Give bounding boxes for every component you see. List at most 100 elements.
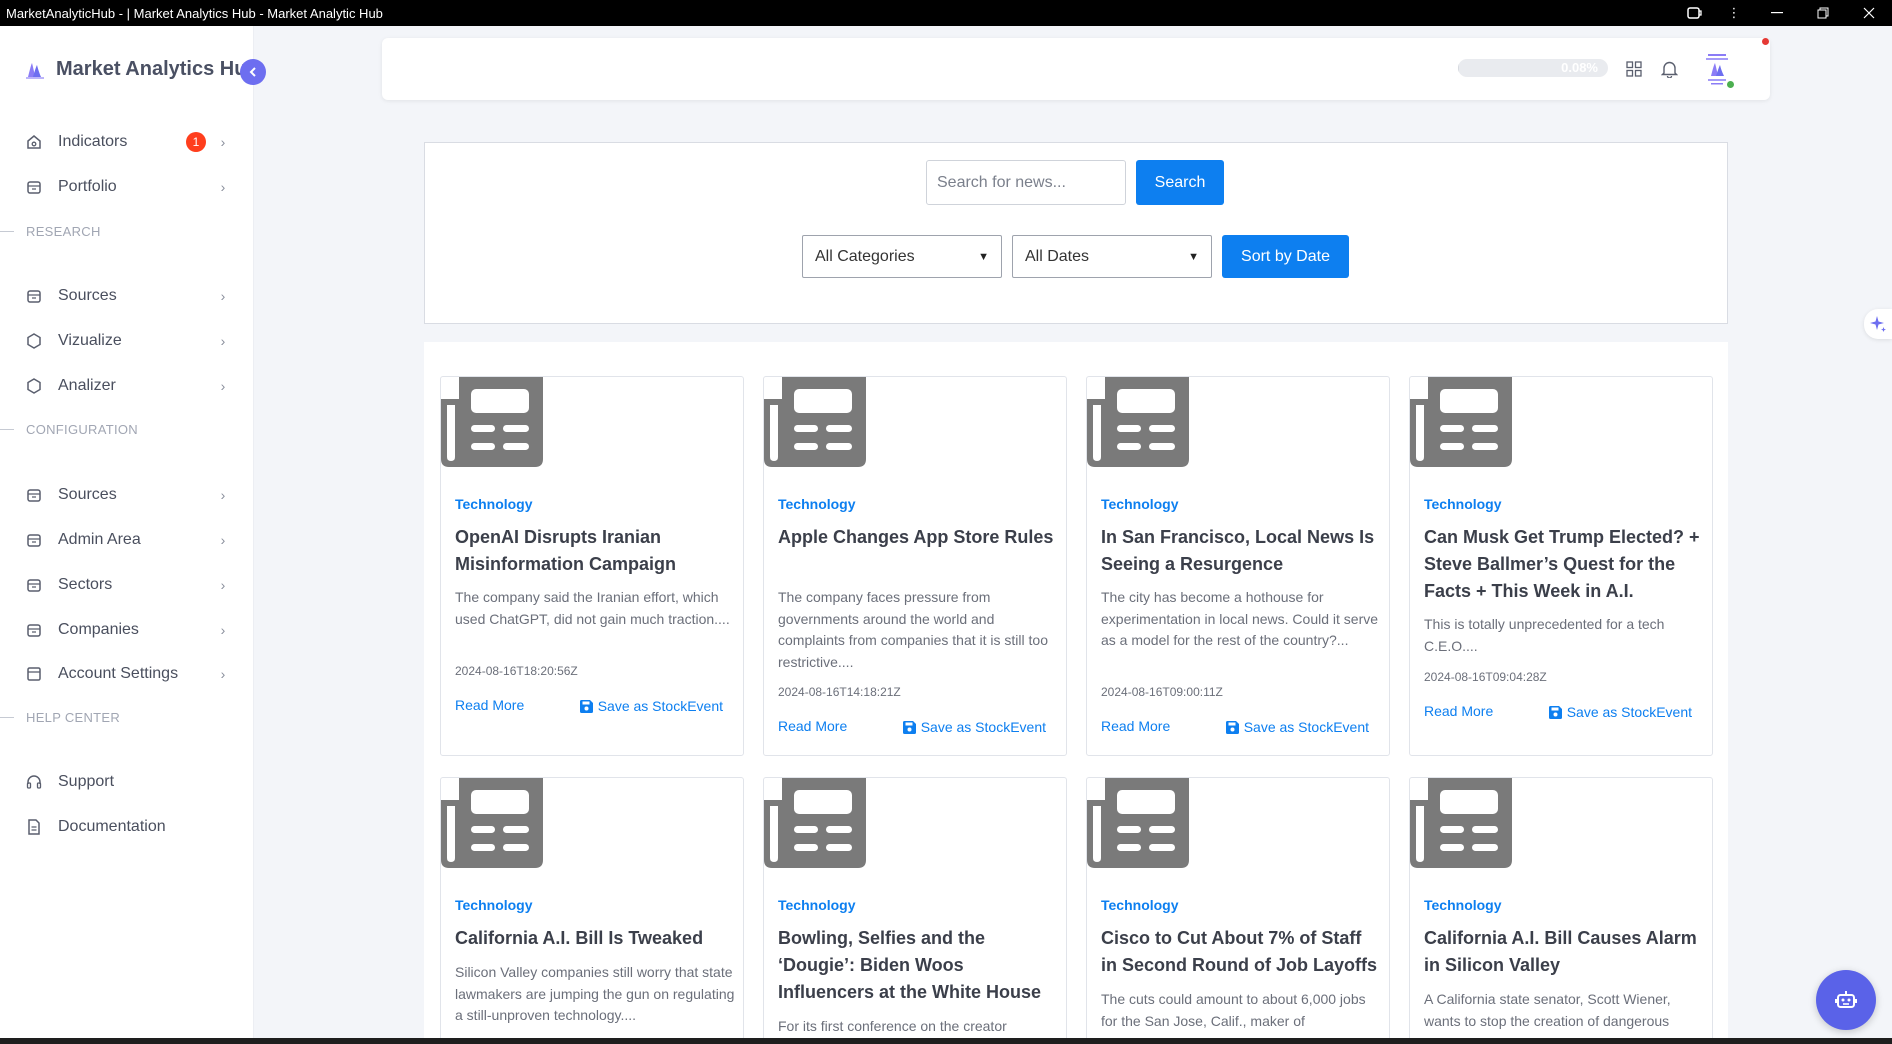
news-title: Can Musk Get Trump Elected? + Steve Ball… bbox=[1424, 527, 1700, 601]
extensions-icon[interactable] bbox=[1674, 0, 1714, 26]
sidebar-item-label: Portfolio bbox=[58, 178, 117, 195]
newspaper-icon bbox=[764, 377, 866, 467]
window-title: MarketAnalyticHub - | Market Analytics H… bbox=[6, 5, 383, 21]
box-icon bbox=[24, 620, 44, 640]
sidebar-item-research-sources[interactable]: Sources › bbox=[24, 281, 230, 311]
newspaper-icon bbox=[1087, 778, 1189, 868]
home-icon bbox=[24, 132, 44, 152]
save-as-stockevent-button[interactable]: Save as StockEvent bbox=[579, 698, 723, 714]
read-more-link[interactable]: Read More bbox=[1424, 703, 1493, 719]
sidebar-item-portfolio[interactable]: Portfolio › bbox=[24, 172, 230, 202]
sidebar-item-label: Sources bbox=[58, 486, 117, 503]
hexagon-icon bbox=[24, 331, 44, 351]
chevron-right-icon: › bbox=[220, 487, 226, 503]
notification-badge: 1 bbox=[186, 132, 206, 152]
online-status-dot bbox=[1726, 80, 1735, 89]
chevron-right-icon: › bbox=[220, 179, 226, 195]
sidebar-item-documentation[interactable]: Documentation bbox=[24, 812, 230, 842]
progress-text: 0.08% bbox=[1561, 60, 1598, 75]
sidebar-item-vizualize[interactable]: Vizualize › bbox=[24, 326, 230, 356]
news-date: 2024-08-16T14:18:21Z bbox=[778, 685, 901, 699]
news-description: A California state senator, Scott Wiener… bbox=[1424, 991, 1671, 1029]
box-icon bbox=[24, 575, 44, 595]
newspaper-icon bbox=[1410, 778, 1512, 868]
ai-sparkle-button[interactable] bbox=[1864, 309, 1892, 339]
bell-icon[interactable] bbox=[1657, 57, 1681, 81]
chevron-right-icon: › bbox=[220, 577, 226, 593]
sidebar-item-support[interactable]: Support bbox=[24, 767, 230, 797]
news-category[interactable]: Technology bbox=[1424, 496, 1502, 512]
sidebar-item-admin-area[interactable]: Admin Area › bbox=[24, 525, 230, 555]
date-select[interactable]: All Dates ▼ bbox=[1012, 235, 1212, 278]
news-description: Silicon Valley companies still worry tha… bbox=[455, 964, 735, 1023]
news-category[interactable]: Technology bbox=[1424, 897, 1502, 913]
brand[interactable]: Market Analytics Hub bbox=[24, 58, 244, 81]
close-window-icon[interactable] bbox=[1846, 0, 1892, 26]
sidebar-item-account-settings[interactable]: Account Settings › bbox=[24, 659, 230, 689]
category-select-value: All Categories bbox=[815, 247, 915, 265]
sidebar-item-label: Companies bbox=[58, 621, 139, 638]
news-card: Technology Can Musk Get Trump Elected? +… bbox=[1409, 376, 1713, 756]
category-select[interactable]: All Categories ▼ bbox=[802, 235, 1002, 278]
sort-by-date-button[interactable]: Sort by Date bbox=[1222, 235, 1349, 278]
floppy-disk-icon bbox=[1225, 720, 1239, 734]
chevron-right-icon: › bbox=[220, 134, 226, 150]
newspaper-icon bbox=[764, 778, 866, 868]
news-date: 2024-08-16T18:20:56Z bbox=[455, 664, 578, 678]
chatbot-button[interactable] bbox=[1816, 970, 1876, 1030]
save-as-stockevent-button[interactable]: Save as StockEvent bbox=[1548, 704, 1692, 720]
document-icon bbox=[24, 817, 44, 837]
sidebar-item-label: Sectors bbox=[58, 576, 113, 593]
sidebar-item-indicators[interactable]: Indicators 1 › bbox=[24, 127, 230, 157]
search-button[interactable]: Search bbox=[1136, 160, 1224, 205]
newspaper-icon bbox=[441, 778, 543, 868]
search-panel: Search All Categories ▼ All Dates ▼ Sort… bbox=[424, 142, 1728, 324]
chevron-right-icon: › bbox=[220, 333, 226, 349]
news-category[interactable]: Technology bbox=[1101, 496, 1179, 512]
news-title: OpenAI Disrupts Iranian Misinformation C… bbox=[455, 527, 677, 574]
news-category[interactable]: Technology bbox=[778, 496, 856, 512]
apps-grid-icon[interactable] bbox=[1622, 57, 1646, 81]
restore-icon[interactable] bbox=[1800, 0, 1846, 26]
section-header-configuration: CONFIGURATION bbox=[0, 419, 230, 439]
sidebar-item-label: Indicators bbox=[58, 133, 128, 150]
brand-name: Market Analytics Hub bbox=[56, 58, 244, 80]
news-description: The cuts could amount to about 6,000 job… bbox=[1101, 991, 1366, 1029]
sidebar-item-analizer[interactable]: Analizer › bbox=[24, 371, 230, 401]
newspaper-icon bbox=[441, 377, 543, 467]
window-titlebar: MarketAnalyticHub - | Market Analytics H… bbox=[0, 0, 1892, 26]
box-icon bbox=[24, 485, 44, 505]
window-icon bbox=[24, 664, 44, 684]
chevron-left-icon bbox=[249, 67, 256, 77]
save-as-stockevent-button[interactable]: Save as StockEvent bbox=[902, 719, 1046, 735]
news-card: Technology Apple Changes App Store Rules… bbox=[763, 376, 1067, 756]
news-category[interactable]: Technology bbox=[455, 496, 533, 512]
read-more-link[interactable]: Read More bbox=[778, 718, 847, 734]
news-category[interactable]: Technology bbox=[455, 897, 533, 913]
save-as-stockevent-button[interactable]: Save as StockEvent bbox=[1225, 719, 1369, 735]
chevron-down-icon: ▼ bbox=[1188, 250, 1199, 263]
sidebar-item-label: Sources bbox=[58, 287, 117, 304]
news-title: In San Francisco, Local News Is Seeing a… bbox=[1101, 527, 1375, 574]
news-category[interactable]: Technology bbox=[778, 897, 856, 913]
search-input[interactable] bbox=[926, 160, 1126, 205]
notification-dot bbox=[1762, 38, 1769, 45]
sidebar-collapse-button[interactable] bbox=[240, 59, 266, 85]
more-options-icon[interactable]: ⋮ bbox=[1714, 0, 1754, 26]
news-title: Apple Changes App Store Rules bbox=[778, 527, 1054, 547]
box-icon bbox=[24, 177, 44, 197]
news-description: This is totally unprecedented for a tech… bbox=[1424, 616, 1665, 654]
sidebar-item-config-sources[interactable]: Sources › bbox=[24, 480, 230, 510]
minimize-icon[interactable] bbox=[1754, 0, 1800, 26]
news-card: Technology OpenAI Disrupts Iranian Misin… bbox=[440, 376, 744, 756]
sidebar-item-sectors[interactable]: Sectors › bbox=[24, 570, 230, 600]
box-icon bbox=[24, 286, 44, 306]
sidebar-item-label: Support bbox=[58, 773, 115, 790]
news-category[interactable]: Technology bbox=[1101, 897, 1179, 913]
read-more-link[interactable]: Read More bbox=[1101, 718, 1170, 734]
sidebar-item-label: Account Settings bbox=[58, 665, 179, 682]
sidebar-item-companies[interactable]: Companies › bbox=[24, 615, 230, 645]
news-date: 2024-08-16T09:00:11Z bbox=[1101, 685, 1223, 699]
read-more-link[interactable]: Read More bbox=[455, 697, 524, 713]
floppy-disk-icon bbox=[579, 699, 593, 713]
